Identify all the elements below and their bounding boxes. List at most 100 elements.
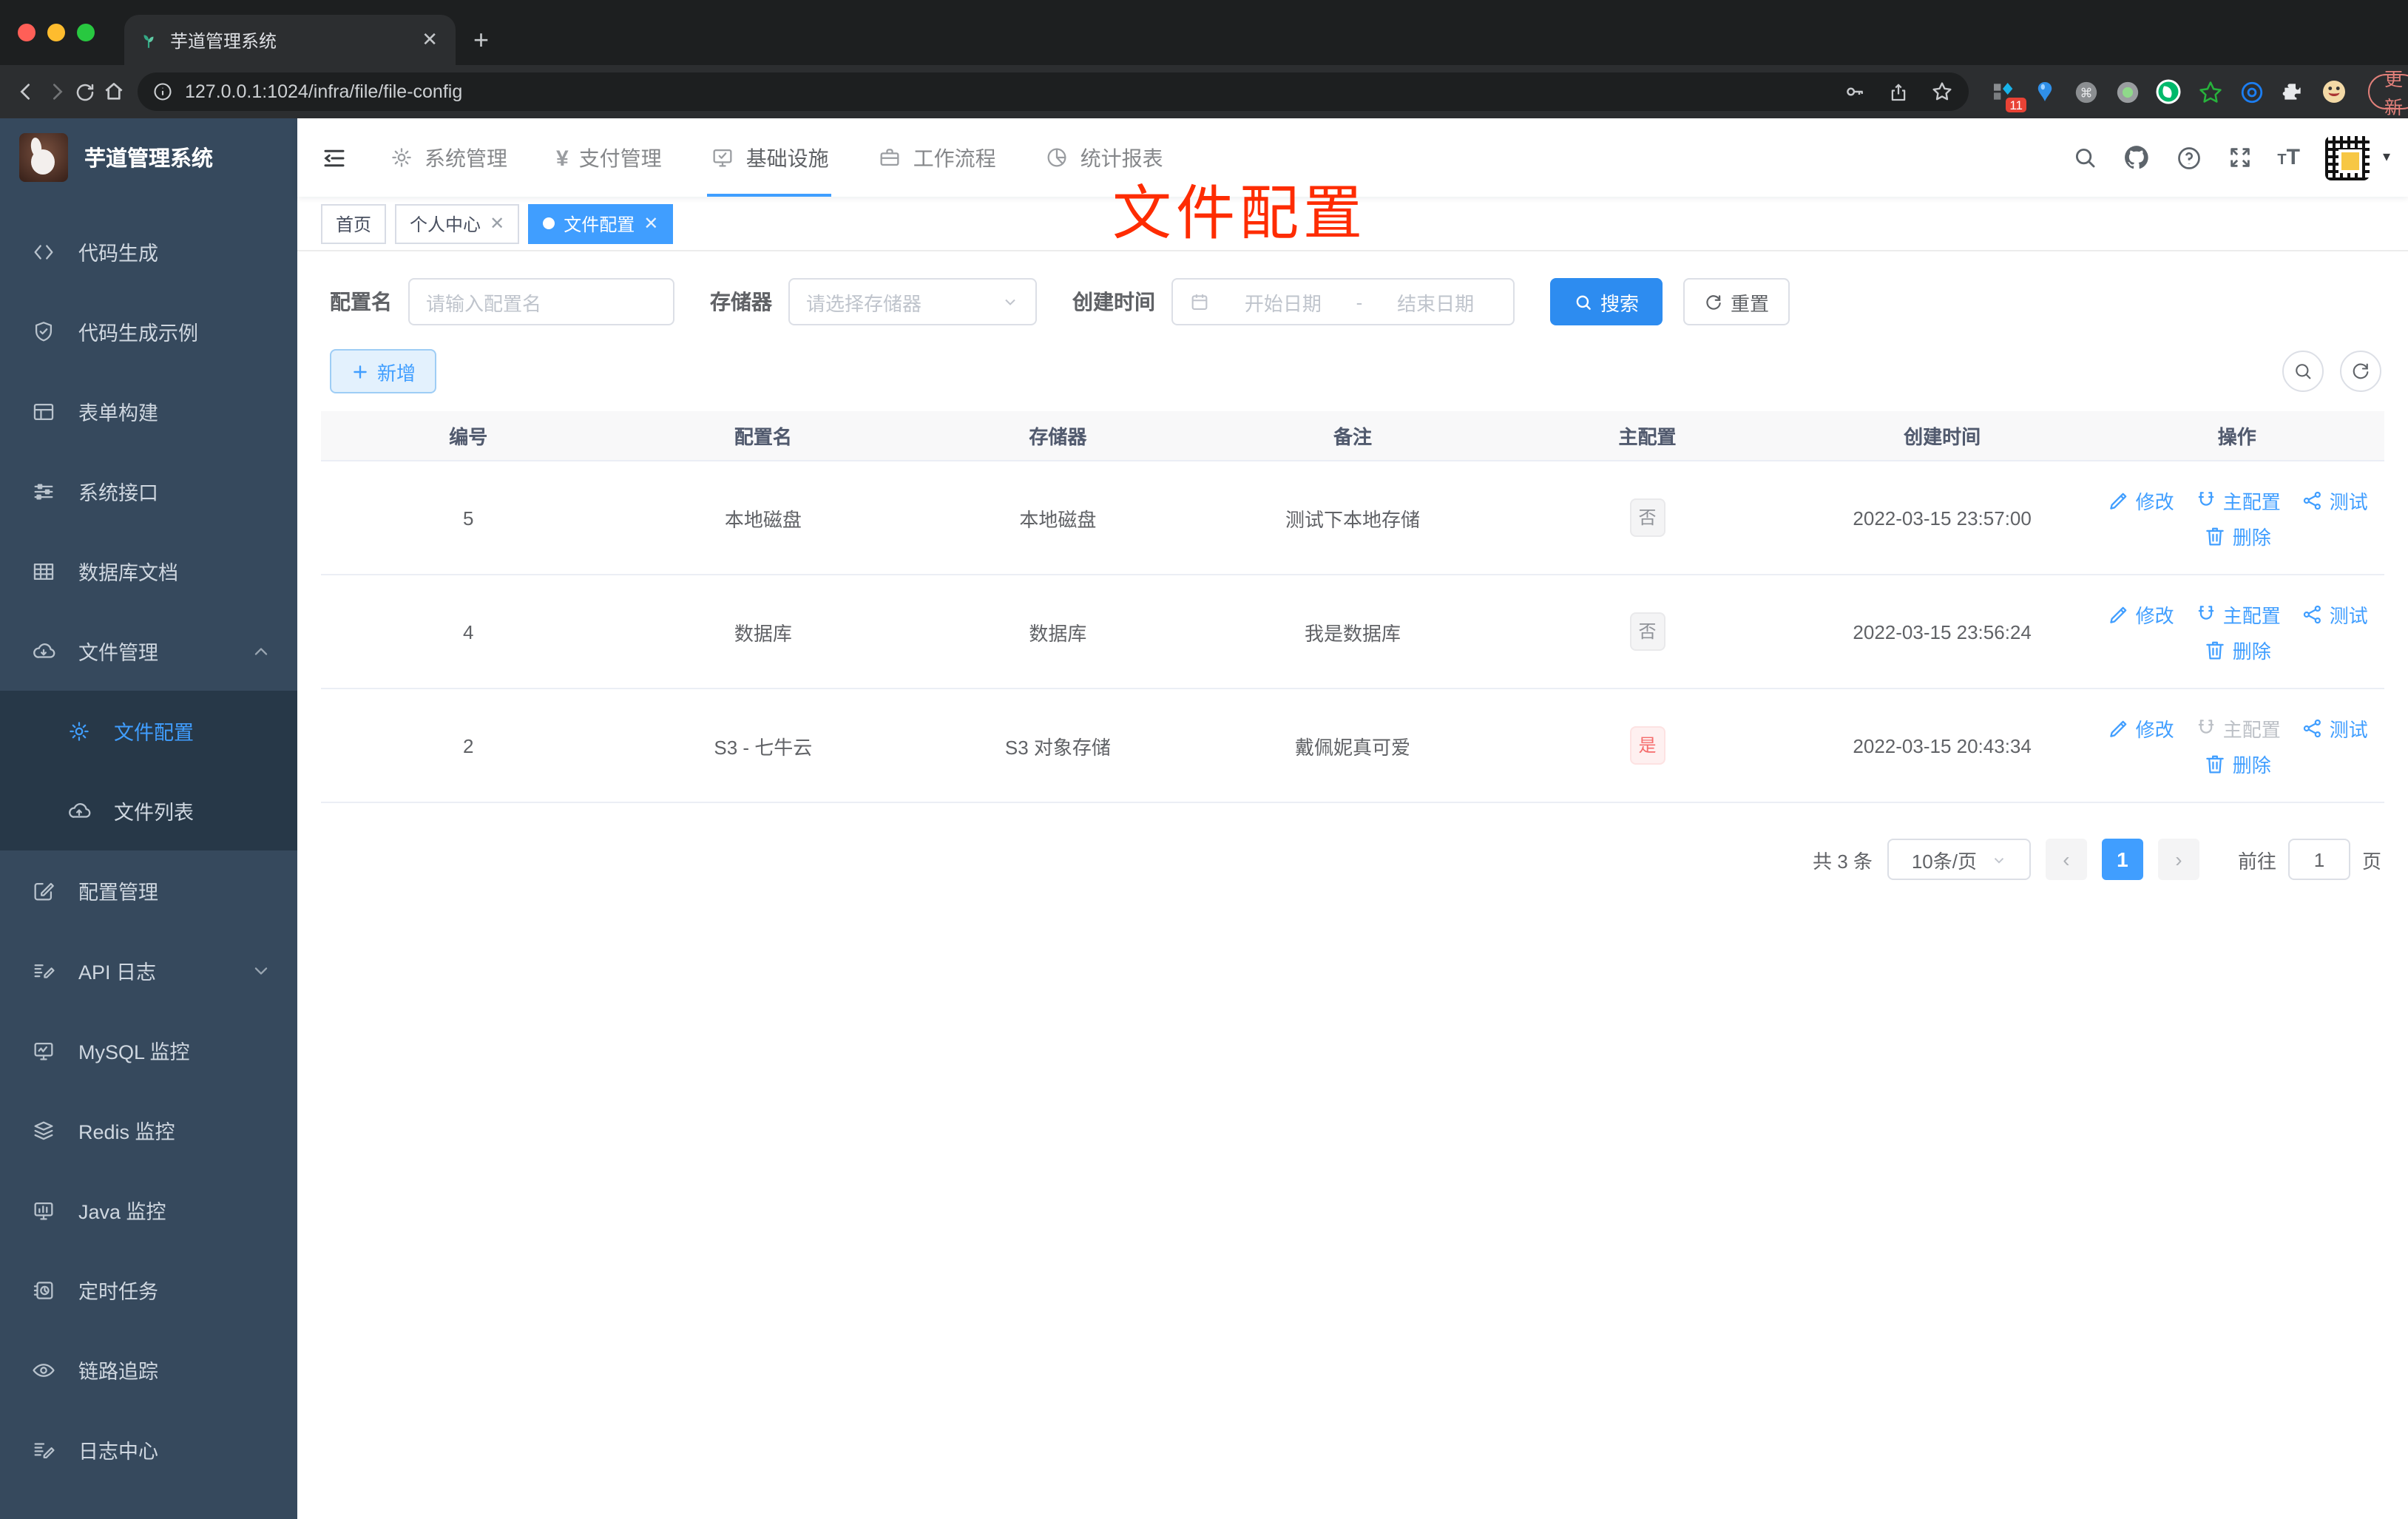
nav-item-工作流程[interactable]: 工作流程 xyxy=(878,118,996,197)
back-icon[interactable] xyxy=(15,72,38,111)
row-master-cell: 否 xyxy=(1500,612,1795,651)
sidebar-item-8-配置管理[interactable]: 配置管理 xyxy=(0,850,297,930)
password-key-icon[interactable] xyxy=(1843,80,1867,104)
test-link[interactable]: 测试 xyxy=(2300,714,2368,742)
hide-search-button[interactable] xyxy=(2282,351,2324,392)
tag-个人中心[interactable]: 个人中心 ✕ xyxy=(395,203,520,243)
site-info-icon[interactable] xyxy=(152,81,173,102)
extension-yuque-icon[interactable] xyxy=(2155,78,2182,105)
search-button[interactable]: 搜索 xyxy=(1550,278,1663,325)
nav-item-基础设施[interactable]: 基础设施 xyxy=(707,118,832,197)
sliders-icon xyxy=(31,478,56,504)
collapse-menu-icon[interactable] xyxy=(297,144,368,171)
sidebar-item-12-Java监控[interactable]: Java 监控 xyxy=(0,1170,297,1250)
refresh-button[interactable] xyxy=(2340,351,2381,392)
browser-tab[interactable]: 芋道管理系统 ✕ xyxy=(124,15,456,65)
help-icon[interactable] xyxy=(2175,144,2202,171)
new-tab-button[interactable]: + xyxy=(473,25,489,56)
table-row: 5 本地磁盘 本地磁盘 测试下本地存储 否 2022-03-15 23:57:00 修改 主配… xyxy=(321,461,2384,575)
minimize-window-button[interactable] xyxy=(47,24,65,41)
goto-page-input[interactable]: 1 xyxy=(2287,839,2350,880)
sidebar-item-15-日志中心[interactable]: 日志中心 xyxy=(0,1410,297,1489)
storage-select[interactable]: 请选择存储器 xyxy=(788,278,1037,325)
master-link[interactable]: 主配置 xyxy=(2194,486,2281,514)
reset-button[interactable]: 重置 xyxy=(1683,278,1790,325)
share-icon[interactable] xyxy=(1887,81,1910,103)
extension-balloon-icon[interactable] xyxy=(2031,78,2057,105)
sidebar-item-9-API日志[interactable]: API 日志 xyxy=(0,930,297,1010)
test-link[interactable]: 测试 xyxy=(2300,486,2368,514)
sidebar-item-4-数据库文档[interactable]: 数据库文档 xyxy=(0,531,297,611)
app-logo-row[interactable]: 芋道管理系统 xyxy=(0,118,297,197)
home-icon[interactable] xyxy=(102,72,126,111)
search-icon[interactable] xyxy=(2072,145,2097,170)
sidebar-item-label: Redis 监控 xyxy=(78,1121,175,1143)
tag-首页[interactable]: 首页 xyxy=(321,203,387,243)
config-name-input[interactable]: 请输入配置名 xyxy=(408,278,674,325)
bookmark-star-icon[interactable] xyxy=(1930,80,1954,104)
table-toolbar: 新增 xyxy=(330,349,2384,393)
nav-item-系统管理[interactable]: 系统管理 xyxy=(389,118,507,197)
sidebar-item-11-Redis监控[interactable]: Redis 监控 xyxy=(0,1090,297,1170)
close-icon[interactable]: ✕ xyxy=(490,213,504,234)
page-1-button[interactable]: 1 xyxy=(2101,839,2143,880)
tag-文件配置[interactable]: 文件配置 ✕ xyxy=(528,203,674,243)
extension-command-icon[interactable]: ⌘ xyxy=(2072,78,2099,105)
fullscreen-icon[interactable] xyxy=(2227,145,2252,170)
edit-link[interactable]: 修改 xyxy=(2106,600,2174,628)
extension-eye-icon[interactable] xyxy=(2238,78,2265,105)
avatar-caret-icon[interactable]: ▾ xyxy=(2383,149,2390,166)
extension-tabs-icon[interactable]: 11 xyxy=(1989,78,2026,112)
github-icon[interactable] xyxy=(2122,143,2150,172)
sidebar-item-0-代码生成[interactable]: 代码生成 xyxy=(0,212,297,291)
date-range-picker[interactable]: 开始日期 - 结束日期 xyxy=(1171,278,1515,325)
browser-update-button[interactable]: 更新 xyxy=(2368,70,2408,118)
edit-link[interactable]: 修改 xyxy=(2106,486,2174,514)
delete-link[interactable]: 删除 xyxy=(2203,635,2271,663)
gear-icon xyxy=(389,145,414,170)
url-bar[interactable]: 127.0.0.1:1024/infra/file/file-config xyxy=(138,72,1969,111)
date-start-placeholder[interactable]: 开始日期 xyxy=(1222,288,1345,316)
nav-item-支付管理[interactable]: ¥ 支付管理 xyxy=(556,118,662,197)
row-created-time: 2022-03-15 20:43:34 xyxy=(1853,734,2032,757)
tab-close-icon[interactable]: ✕ xyxy=(419,28,441,52)
url-text[interactable]: 127.0.0.1:1024/infra/file/file-config xyxy=(185,81,1831,102)
prev-page-button[interactable]: ‹ xyxy=(2045,839,2087,880)
forward-icon[interactable] xyxy=(44,72,68,111)
extension-green-dot-icon[interactable] xyxy=(2114,78,2140,105)
delete-link[interactable]: 删除 xyxy=(2203,749,2271,777)
delete-link[interactable]: 删除 xyxy=(2203,521,2271,549)
test-link[interactable]: 测试 xyxy=(2300,600,2368,628)
sidebar-item-label: 定时任务 xyxy=(78,1281,158,1303)
date-end-placeholder[interactable]: 结束日期 xyxy=(1374,288,1497,316)
extension-star-icon[interactable] xyxy=(2196,78,2223,105)
sidebar: 芋道管理系统 代码生成 代码生成示例 表单构建 系统接口 数据库文档 文件管理 文件配置 文件… xyxy=(0,118,297,1519)
sidebar-item-1-代码生成示例[interactable]: 代码生成示例 xyxy=(0,291,297,371)
update-label: 更新 xyxy=(2384,70,2404,118)
monitor-check-icon xyxy=(711,145,736,170)
puzzle-extensions-icon[interactable] xyxy=(2279,78,2306,105)
add-button[interactable]: 新增 xyxy=(330,349,437,393)
master-link[interactable]: 主配置 xyxy=(2194,600,2281,628)
sidebar-item-2-表单构建[interactable]: 表单构建 xyxy=(0,371,297,451)
sidebar-item-6-文件配置[interactable]: 文件配置 xyxy=(0,691,297,771)
close-icon[interactable]: ✕ xyxy=(643,213,658,234)
chevron-down-icon xyxy=(248,958,274,983)
avatar[interactable] xyxy=(2324,135,2370,180)
sidebar-item-5-文件管理[interactable]: 文件管理 xyxy=(0,611,297,691)
sidebar-item-14-链路追踪[interactable]: 链路追踪 xyxy=(0,1330,297,1410)
next-page-button[interactable]: › xyxy=(2157,839,2199,880)
sidebar-item-3-系统接口[interactable]: 系统接口 xyxy=(0,451,297,531)
extension-icons: 11 ⌘ xyxy=(1989,78,2347,112)
column-header-主配置: 主配置 xyxy=(1618,426,1677,448)
sidebar-item-10-MySQL监控[interactable]: MySQL 监控 xyxy=(0,1010,297,1090)
edit-link[interactable]: 修改 xyxy=(2106,714,2174,742)
close-window-button[interactable] xyxy=(18,24,35,41)
sidebar-item-7-文件列表[interactable]: 文件列表 xyxy=(0,771,297,850)
font-size-icon[interactable]: TT xyxy=(2277,145,2300,170)
maximize-window-button[interactable] xyxy=(77,24,95,41)
reload-icon[interactable] xyxy=(74,72,96,111)
sidebar-item-13-定时任务[interactable]: 定时任务 xyxy=(0,1250,297,1330)
extension-emoji-icon[interactable] xyxy=(2321,78,2347,105)
page-size-select[interactable]: 10条/页 xyxy=(1887,839,2031,880)
